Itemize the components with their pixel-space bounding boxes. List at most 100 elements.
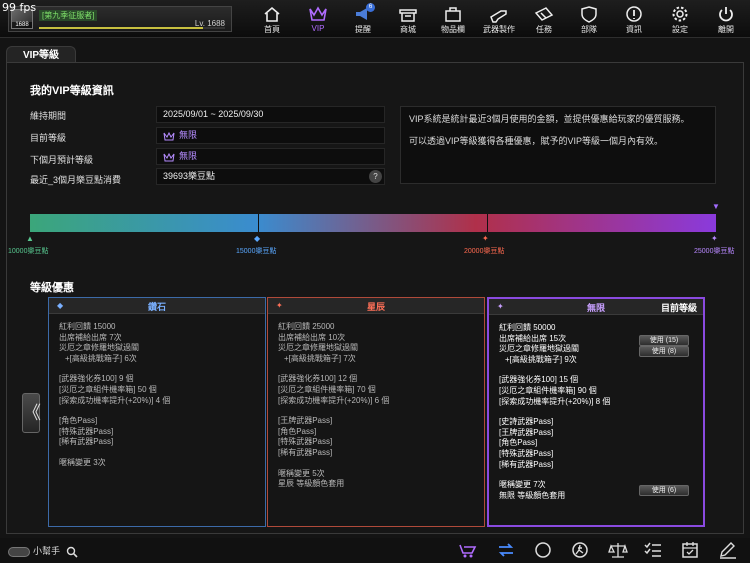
- description-2: 可以透過VIP等級獲得各種優惠，賦予的VIP等級一個月內有效。: [409, 136, 664, 146]
- shop-icon: [399, 9, 417, 22]
- rank-diamond-icon: ◆: [254, 234, 261, 243]
- period-value: 2025/09/01 ~ 2025/09/30: [156, 106, 385, 123]
- vip-description: VIP系統是統計最近3個月使用的金額，並提供優惠給玩家的優質服務。 可以透過VI…: [400, 106, 716, 184]
- toggle-switch[interactable]: [8, 546, 30, 557]
- current-level-text: 無限: [179, 130, 198, 140]
- period-label: 維持期間: [30, 111, 67, 121]
- benefit-card-infinite: ✦ 無限 目前等級 紅利回饋 50000 出席補給出席 15次 災厄之章修羅地獄過關…: [487, 297, 705, 527]
- benefit-line: [史詩武器Pass]: [499, 417, 554, 427]
- vip-infinite-icon: [163, 152, 175, 162]
- benefit-line: 出席補給出席 10次: [278, 332, 346, 342]
- helper-label: 小幫手: [33, 546, 61, 556]
- description-1: VIP系統是統計最近3個月使用的金額，並提供優惠給玩家的優質服務。: [409, 114, 690, 124]
- avatar-level: 1688: [12, 22, 32, 28]
- benefit-card-star: ✦ 星辰 紅利回饋 25000 出席補給出席 10次 災厄之章修羅地獄過關 +[高級挑…: [267, 297, 485, 527]
- shield-icon: [581, 6, 597, 23]
- benefit-card-diamond: ◆ 鑽石 紅利回饋 15000 出席補給出席 7次 災厄之章修羅地獄過關 +[高級挑戰…: [48, 297, 266, 527]
- benefit-line: +[高級挑戰箱子] 6次: [65, 353, 137, 363]
- checklist-icon[interactable]: [643, 541, 663, 559]
- exchange-icon[interactable]: [496, 541, 516, 559]
- nav-home[interactable]: 首頁: [252, 3, 292, 36]
- use-bonus-button[interactable]: 使用 (15): [639, 335, 689, 346]
- rank-green-icon: ▲: [26, 234, 34, 243]
- bottom-bar: 小幫手: [0, 538, 750, 563]
- my-vip-heading: 我的VIP等級資訊: [30, 85, 114, 97]
- benefit-line: [角色Pass]: [278, 426, 317, 436]
- nav-label: 首頁: [264, 25, 280, 34]
- compass-icon[interactable]: [533, 541, 553, 559]
- benefit-line: [王牌武器Pass]: [278, 416, 333, 426]
- current-level-badge: 目前等級: [660, 303, 697, 313]
- vip-progress-bar: [30, 214, 716, 232]
- progress-tick: [487, 214, 488, 232]
- nav-label: 資訊: [626, 25, 642, 34]
- spend-label: 最近_3個月樂豆點消費: [30, 175, 122, 185]
- nav-label: 物品欄: [441, 25, 465, 34]
- nav-label: 提醒: [355, 25, 371, 34]
- benefit-line: [災厄之章組件機率箱] 90 個: [499, 385, 597, 395]
- search-icon[interactable]: [66, 546, 78, 558]
- milestone-10000: 10000樂豆點: [8, 248, 49, 255]
- vip-infinite-icon: [163, 131, 175, 141]
- current-position-marker: ▼: [712, 202, 720, 211]
- notification-badge: 6: [366, 3, 375, 12]
- helper-toggle[interactable]: 小幫手: [8, 544, 78, 558]
- benefit-line: [災厄之章組件機率箱] 70 個: [278, 384, 376, 394]
- period-text: 2025/09/01 ~ 2025/09/30: [163, 109, 264, 119]
- rank-infinite-icon: ✦: [711, 234, 718, 243]
- nav-gear[interactable]: 設定: [660, 3, 700, 36]
- nav-label: 商城: [400, 25, 416, 34]
- benefit-line: 出席補給出席 7次: [59, 332, 122, 342]
- benefit-line: [探索成功機率提升(+20%)] 6 個: [278, 395, 390, 405]
- benefit-line: [稀有武器Pass]: [278, 447, 333, 457]
- benefit-line: 紅利回饋 50000: [499, 323, 556, 332]
- nav-power[interactable]: 離開: [706, 3, 746, 36]
- nav-shop[interactable]: 商城: [388, 3, 428, 36]
- nav-vip-crown[interactable]: VIP: [298, 3, 338, 36]
- benefit-line: [特殊武器Pass]: [278, 437, 333, 447]
- card-title: 星辰: [366, 302, 385, 312]
- previous-page-button[interactable]: 《: [22, 393, 41, 433]
- nav-label: 武器製作: [483, 25, 515, 34]
- benefits-heading: 等級優惠: [30, 282, 74, 294]
- benefit-line: [特殊武器Pass]: [499, 448, 554, 458]
- nav-bag[interactable]: 物品欄: [433, 3, 473, 36]
- runner-icon[interactable]: [570, 541, 590, 559]
- card-benefits: 紅利回饋 25000 出席補給出席 10次 災厄之章修羅地獄過關 +[高級挑戰箱子] …: [278, 322, 478, 490]
- calendar-icon[interactable]: [680, 541, 700, 559]
- current-level-label: 目前等級: [30, 133, 67, 143]
- next-level-text: 無限: [179, 151, 198, 161]
- player-card[interactable]: 1688 [第九季征服者] Lv. 1688: [8, 6, 232, 32]
- use-rename-button[interactable]: 使用 (6): [639, 485, 689, 496]
- benefit-line: 暱稱變更 5次: [278, 468, 325, 478]
- power-icon: [719, 7, 733, 22]
- next-level-value: 無限: [156, 148, 385, 165]
- benefit-line: 災厄之章修羅地獄過關: [59, 343, 139, 353]
- exp-bar-fill: [39, 27, 203, 29]
- nav-label: 部隊: [581, 25, 597, 34]
- benefit-line: 星辰 等級顏色套用: [278, 479, 345, 489]
- nav-info[interactable]: 資訊: [614, 3, 654, 36]
- nav-shield[interactable]: 部隊: [569, 3, 609, 36]
- nav-ticket[interactable]: 任務: [524, 3, 564, 36]
- card-title: 鑽石: [147, 302, 166, 312]
- benefit-line: 暱稱變更 3次: [59, 457, 106, 467]
- nav-weapon-craft[interactable]: 武器製作: [479, 3, 519, 36]
- benefit-line: [稀有武器Pass]: [499, 459, 554, 469]
- use-attendance-button[interactable]: 使用 (8): [639, 346, 689, 357]
- benefit-line: 紅利回饋 15000: [59, 322, 116, 331]
- fps-counter: 99 fps: [2, 1, 37, 14]
- vip-shop-icon[interactable]: [458, 541, 478, 559]
- help-button[interactable]: ?: [369, 170, 382, 183]
- ticket-icon: [534, 7, 554, 21]
- edit-icon[interactable]: [718, 541, 738, 559]
- scale-icon[interactable]: [608, 541, 628, 559]
- home-icon: [264, 6, 280, 22]
- bag-icon: [445, 7, 461, 22]
- nav-megaphone[interactable]: 提醒 6: [343, 3, 383, 36]
- benefit-line: [武器強化券100] 12 個: [278, 374, 358, 384]
